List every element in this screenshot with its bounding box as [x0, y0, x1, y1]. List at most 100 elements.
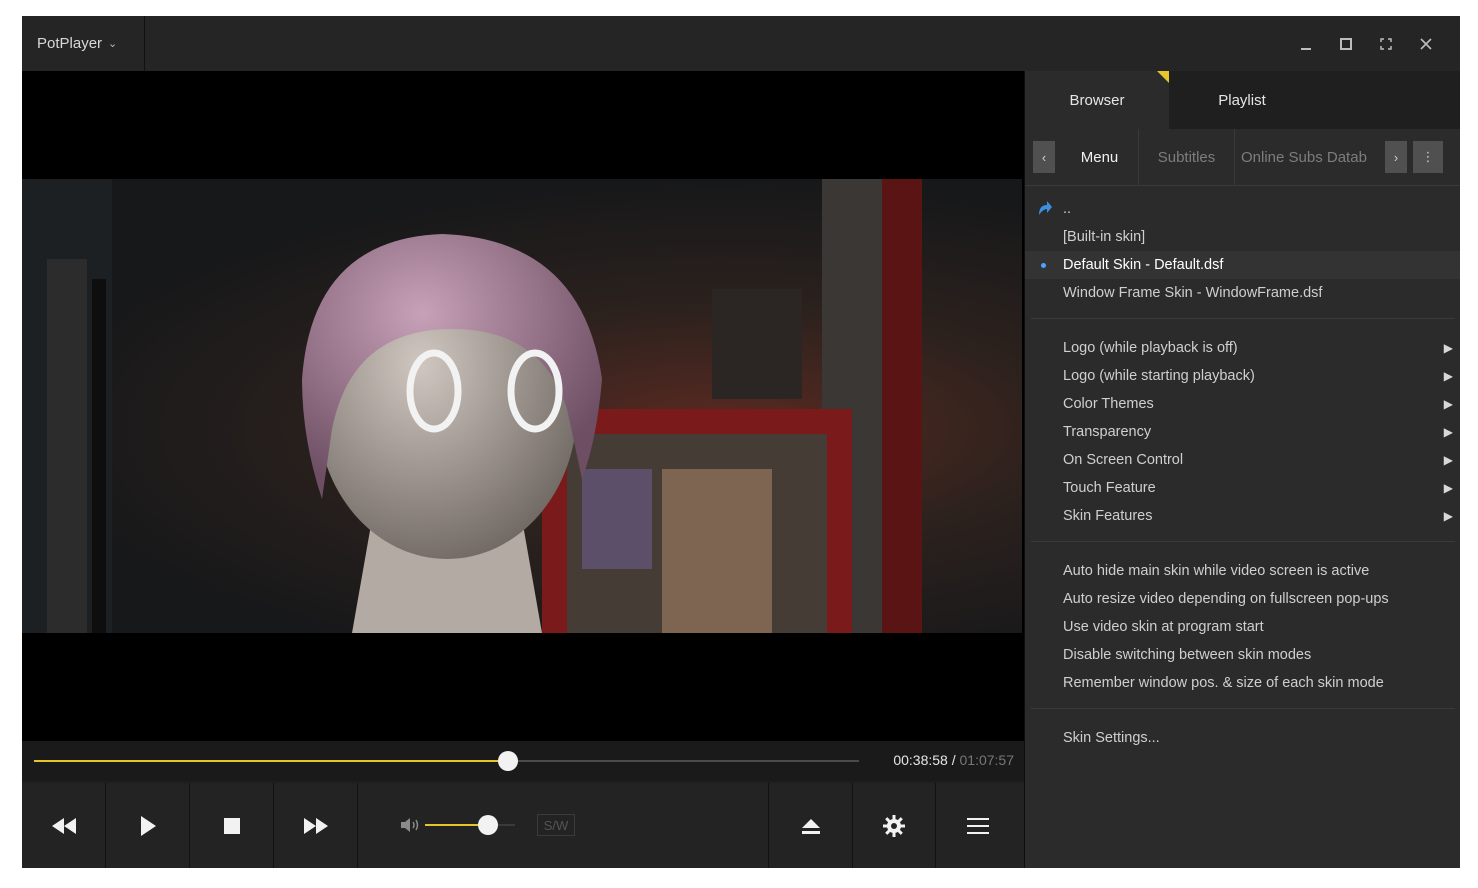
selected-dot-icon [1041, 263, 1046, 268]
list-item-on-screen-control[interactable]: On Screen Control ▶ [1025, 446, 1460, 474]
list-item-label: On Screen Control [1063, 452, 1184, 468]
time-display: 00:38:58 / 01:07:57 [893, 752, 1014, 768]
list-item-label: Use video skin at program start [1063, 619, 1264, 635]
title-bar: PotPlayer ⌄ [22, 16, 1460, 71]
panel-subtabs: ‹ Menu Subtitles Online Subs Datab › ⋮ [1025, 129, 1460, 186]
gear-icon [882, 814, 905, 837]
list-item-auto-hide[interactable]: Auto hide main skin while video screen i… [1025, 557, 1460, 585]
volume-control: S/W [377, 783, 767, 868]
list-item-label: Remember window pos. & size of each skin… [1063, 675, 1384, 691]
video-frame [22, 179, 1022, 633]
rewind-button[interactable] [22, 783, 106, 868]
speaker-icon [401, 818, 419, 832]
subtab-prev-button[interactable]: ‹ [1033, 141, 1055, 173]
list-item-label: Auto resize video depending on fullscree… [1063, 591, 1389, 607]
menu-button[interactable] [936, 783, 1019, 868]
list-item-window-frame-skin[interactable]: Window Frame Skin - WindowFrame.dsf [1025, 279, 1460, 307]
list-item-parent[interactable]: .. [1025, 195, 1460, 223]
list-item-label: [Built-in skin] [1063, 229, 1146, 245]
window-controls [1286, 16, 1446, 71]
divider [1031, 708, 1455, 709]
chevron-down-icon: ⌄ [108, 38, 118, 50]
sw-button[interactable]: S/W [537, 814, 575, 836]
divider [1031, 318, 1455, 319]
video-scene-image [22, 179, 922, 633]
list-item-touch-feature[interactable]: Touch Feature ▶ [1025, 474, 1460, 502]
list-item-label: Transparency [1063, 424, 1152, 440]
speaker-button[interactable] [399, 815, 423, 840]
close-button[interactable] [1406, 16, 1446, 71]
eject-icon [801, 818, 820, 834]
potplayer-window: PotPlayer ⌄ 00:38:58 / 01:07:57 S/W Brow… [22, 16, 1460, 868]
hamburger-icon [966, 817, 989, 834]
subtab-menu[interactable]: Menu [1061, 129, 1139, 185]
subtab-online-subs[interactable]: Online Subs Datab [1235, 129, 1383, 185]
back-arrow-icon [1039, 201, 1052, 215]
fullscreen-icon [1380, 37, 1392, 50]
list-item-label: Auto hide main skin while video screen i… [1063, 563, 1370, 579]
stop-button[interactable] [190, 783, 274, 868]
settings-button[interactable] [852, 783, 936, 868]
list-item-label: Default Skin - Default.dsf [1063, 257, 1224, 273]
seek-progress-fill [34, 760, 508, 762]
list-item-auto-resize[interactable]: Auto resize video depending on fullscree… [1025, 585, 1460, 613]
minimize-icon [1301, 47, 1311, 50]
tab-browser[interactable]: Browser [1025, 71, 1169, 129]
stop-icon [223, 817, 240, 834]
list-item-label: Window Frame Skin - WindowFrame.dsf [1063, 285, 1323, 301]
eject-button[interactable] [768, 783, 853, 868]
fullscreen-button[interactable] [1366, 16, 1406, 71]
subtab-subtitles[interactable]: Subtitles [1139, 129, 1235, 185]
volume-slider[interactable] [425, 815, 515, 835]
close-icon [1420, 37, 1432, 50]
list-item-remember-window[interactable]: Remember window pos. & size of each skin… [1025, 669, 1460, 697]
list-item-use-video-skin[interactable]: Use video skin at program start [1025, 613, 1460, 641]
list-item-default-skin[interactable]: Default Skin - Default.dsf [1025, 251, 1460, 279]
app-menu-button[interactable]: PotPlayer ⌄ [22, 16, 145, 71]
subtab-more-button[interactable]: ⋮ [1413, 141, 1443, 173]
chevron-left-icon: ‹ [1041, 149, 1047, 165]
maximize-button[interactable] [1326, 16, 1366, 71]
seek-handle[interactable] [497, 751, 518, 771]
list-item-label: Disable switching between skin modes [1063, 647, 1312, 663]
volume-handle[interactable] [478, 815, 498, 835]
list-item-logo-starting[interactable]: Logo (while starting playback) ▶ [1025, 362, 1460, 390]
list-item-skin-features[interactable]: Skin Features ▶ [1025, 502, 1460, 530]
list-item-label: Skin Settings... [1063, 730, 1160, 746]
fast-forward-button[interactable] [274, 783, 358, 868]
subtab-next-button[interactable]: › [1385, 141, 1407, 173]
list-item-label: Touch Feature [1063, 480, 1156, 496]
app-title: PotPlayer [37, 35, 103, 52]
submenu-arrow-icon: ▶ [1443, 369, 1453, 383]
submenu-arrow-icon: ▶ [1443, 453, 1453, 467]
play-icon [140, 815, 156, 836]
submenu-arrow-icon: ▶ [1443, 425, 1453, 439]
list-item-label: Logo (while playback is off) [1063, 340, 1238, 356]
seek-track[interactable] [34, 751, 859, 771]
side-panel: Browser Playlist ‹ Menu Subtitles Online… [1024, 71, 1460, 868]
list-item-label: Color Themes [1063, 396, 1154, 412]
more-vertical-icon: ⋮ [1421, 149, 1435, 164]
list-item-skin-settings[interactable]: Skin Settings... [1025, 724, 1460, 752]
time-separator: / [947, 752, 960, 768]
panel-tabs: Browser Playlist [1025, 71, 1460, 129]
list-item-logo-off[interactable]: Logo (while playback is off) ▶ [1025, 334, 1460, 362]
submenu-arrow-icon: ▶ [1443, 341, 1453, 355]
submenu-arrow-icon: ▶ [1443, 397, 1453, 411]
total-time: 01:07:57 [959, 752, 1015, 768]
maximize-icon [1340, 37, 1352, 50]
list-item-color-themes[interactable]: Color Themes ▶ [1025, 390, 1460, 418]
list-item-disable-switching[interactable]: Disable switching between skin modes [1025, 641, 1460, 669]
play-button[interactable] [106, 783, 190, 868]
tab-playlist[interactable]: Playlist [1169, 71, 1315, 129]
video-area[interactable] [22, 71, 1024, 741]
list-item-transparency[interactable]: Transparency ▶ [1025, 418, 1460, 446]
list-item-label: Skin Features [1063, 508, 1153, 524]
chevron-right-icon: › [1393, 149, 1399, 165]
seek-bar-area: 00:38:58 / 01:07:57 [22, 741, 1024, 781]
submenu-arrow-icon: ▶ [1443, 481, 1453, 495]
rewind-icon [51, 817, 76, 834]
minimize-button[interactable] [1286, 16, 1326, 71]
list-item-builtin-skin[interactable]: [Built-in skin] [1025, 223, 1460, 251]
current-time: 00:38:58 [893, 752, 948, 768]
